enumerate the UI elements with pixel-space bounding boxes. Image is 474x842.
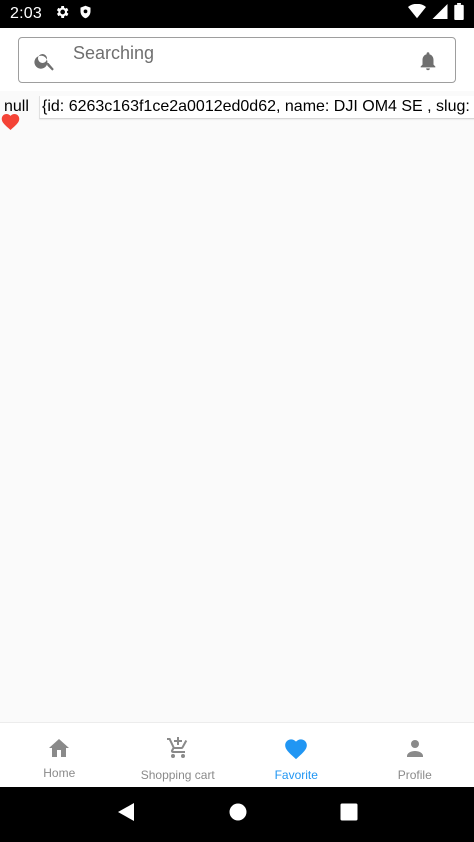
person-icon: [403, 736, 427, 765]
wifi-icon: [408, 3, 426, 24]
search-box[interactable]: [18, 37, 456, 83]
nav-label-favorite: Favorite: [274, 768, 318, 782]
search-input[interactable]: [73, 40, 403, 66]
nav-label-profile: Profile: [397, 768, 432, 782]
system-navigation-bar: [0, 787, 474, 842]
search-icon: [33, 49, 57, 78]
favorite-list-item[interactable]: null {id: 6263c163f1ce2a0012ed0d62, name…: [0, 96, 474, 119]
shield-icon: [78, 4, 93, 25]
recents-square-icon[interactable]: [340, 803, 358, 826]
nav-label-home: Home: [43, 766, 76, 780]
notification-bell-icon[interactable]: [417, 49, 439, 78]
add-shopping-cart-icon: [166, 736, 190, 765]
nav-label-shopping-cart: Shopping cart: [140, 768, 215, 782]
favorites-content: null {id: 6263c163f1ce2a0012ed0d62, name…: [0, 91, 474, 722]
nav-item-shopping-cart[interactable]: Shopping cart: [119, 723, 238, 787]
nav-item-profile[interactable]: Profile: [356, 723, 474, 787]
home-icon: [47, 736, 71, 763]
nav-item-favorite[interactable]: Favorite: [237, 723, 356, 787]
battery-icon: [454, 3, 464, 25]
home-circle-icon[interactable]: [229, 803, 247, 826]
cellular-signal-icon: [432, 4, 448, 24]
heart-icon: [283, 736, 309, 765]
settings-icon: [54, 4, 70, 25]
back-icon[interactable]: [116, 802, 136, 827]
status-bar: 2:03: [0, 0, 474, 28]
nav-item-home[interactable]: Home: [0, 723, 119, 787]
app-bar: [0, 28, 474, 91]
favorite-heart-icon[interactable]: [0, 111, 21, 136]
item-data-text: {id: 6263c163f1ce2a0012ed0d62, name: DJI…: [39, 96, 474, 119]
bottom-navigation: Home Shopping cart Favorite Profile: [0, 722, 474, 787]
status-time: 2:03: [10, 5, 42, 22]
